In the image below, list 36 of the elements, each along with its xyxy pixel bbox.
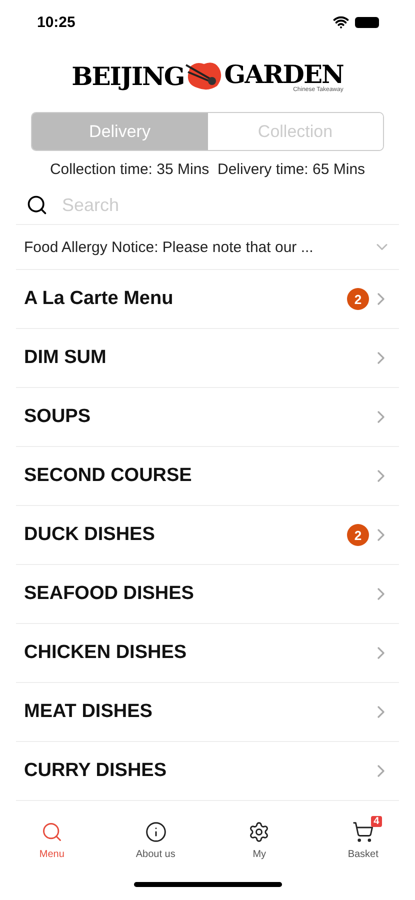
category-row[interactable]: SEAFOOD DISHES <box>16 565 399 624</box>
category-name: CURRY DISHES <box>24 760 168 782</box>
category-name: SEAFOOD DISHES <box>24 583 195 605</box>
allergy-notice[interactable]: Food Allergy Notice: Please note that our ... <box>16 225 399 270</box>
search-icon <box>26 194 48 216</box>
settings-icon <box>248 821 270 843</box>
tab-bar-item[interactable]: My <box>208 820 312 882</box>
category-name: SOUPS <box>24 406 92 428</box>
notice-text: Food Allergy Notice: Please note that our ... <box>24 238 314 256</box>
info-icon <box>144 821 167 843</box>
category-name: CHICKEN DISHES <box>24 642 188 664</box>
time-info: Collection time: 35 Mins Delivery time: 65 Mins <box>48 161 366 178</box>
category-row[interactable]: CHICKEN DISHES <box>16 624 399 683</box>
category-row[interactable]: DIM SUM <box>16 329 399 388</box>
category-name: DIM SUM <box>24 347 108 369</box>
category-row[interactable]: SOUPS <box>16 388 399 447</box>
category-name: SECOND COURSE <box>24 465 193 487</box>
count-badge: 2 <box>347 288 369 310</box>
logo-text: BEIJING <box>72 62 184 90</box>
category-row[interactable]: CURRY DISHES <box>16 742 399 801</box>
search-icon <box>40 821 63 843</box>
category-name: A La Carte Menu <box>24 288 174 310</box>
battery-icon <box>355 16 379 28</box>
tab-bar-item[interactable]: Menu <box>0 820 104 882</box>
status-time: 10:25 <box>37 14 76 30</box>
category-row[interactable]: A La Carte Menu 2 <box>16 270 399 329</box>
wifi-icon <box>333 14 349 30</box>
count-badge: 4 <box>370 816 382 827</box>
category-row[interactable]: MEAT DISHES <box>16 683 399 742</box>
tab-bar-item[interactable]: About us <box>104 820 208 882</box>
count-badge: 2 <box>347 524 369 546</box>
cart-icon <box>352 821 374 843</box>
category-name: MEAT DISHES <box>24 701 154 723</box>
category-row[interactable]: DUCK DISHES 2 <box>16 506 399 565</box>
category-name: DUCK DISHES <box>24 524 156 546</box>
category-row[interactable]: SECOND COURSE <box>16 447 399 506</box>
